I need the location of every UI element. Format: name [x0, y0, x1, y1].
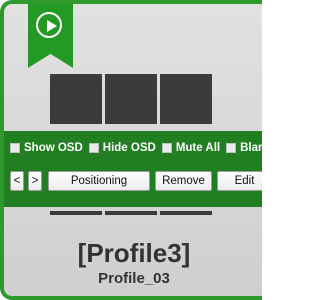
osd-control-bar: Show OSD Hide OSD Mute All Blank All < >… — [4, 131, 262, 207]
positioning-button[interactable]: Positioning — [48, 171, 150, 191]
play-ribbon[interactable] — [28, 4, 73, 68]
mute-all-label: Mute All — [175, 142, 221, 154]
profile-card[interactable]: Show OSD Hide OSD Mute All Blank All < >… — [0, 0, 262, 300]
grid-tile — [50, 211, 102, 215]
mute-all-checkbox[interactable]: Mute All — [161, 142, 221, 154]
grid-tile — [105, 74, 157, 124]
grid-tile — [160, 211, 212, 215]
osd-options: Show OSD Hide OSD Mute All Blank All — [10, 140, 262, 156]
play-circle-icon[interactable] — [36, 12, 62, 38]
profile-name: Profile_03 — [98, 270, 170, 287]
remove-button[interactable]: Remove — [155, 171, 212, 191]
next-button[interactable]: > — [28, 171, 42, 191]
edit-button[interactable]: Edit — [217, 171, 262, 191]
grid-tile — [160, 74, 212, 124]
hide-osd-checkbox[interactable]: Hide OSD — [88, 142, 156, 154]
play-triangle-icon — [47, 20, 57, 32]
checkbox-box[interactable] — [161, 143, 172, 153]
show-osd-checkbox[interactable]: Show OSD — [10, 142, 83, 154]
grid-tile — [50, 74, 102, 124]
checkbox-box[interactable] — [226, 143, 237, 153]
checkbox-box[interactable] — [10, 143, 20, 153]
grid-tile — [105, 211, 157, 215]
blank-all-label: Blank All — [240, 142, 262, 154]
checkbox-box[interactable] — [88, 143, 99, 153]
profile-title: [Profile3] — [77, 238, 191, 268]
hide-osd-label: Hide OSD — [102, 142, 156, 154]
previous-button[interactable]: < — [10, 171, 24, 191]
blank-all-checkbox[interactable]: Blank All — [226, 142, 262, 154]
show-osd-label: Show OSD — [24, 142, 83, 154]
